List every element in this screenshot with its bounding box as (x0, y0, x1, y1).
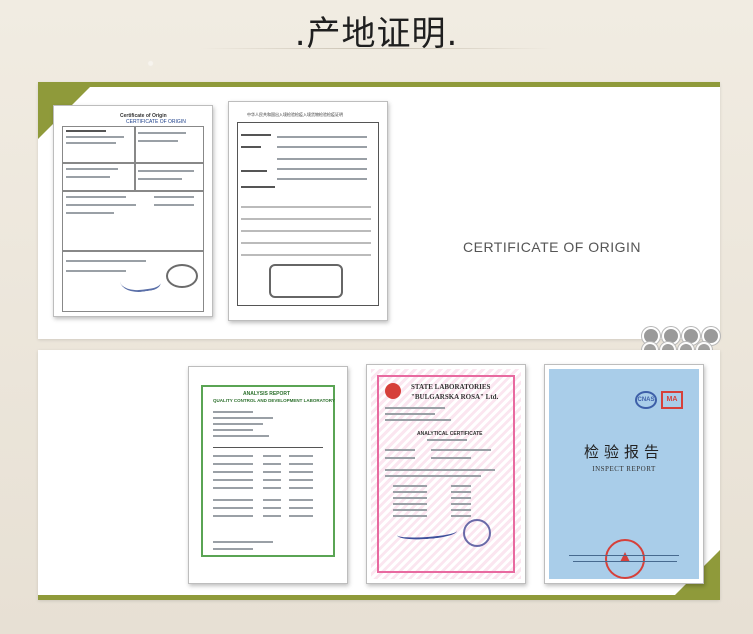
state-lab-heading: STATE LABORATORIES (411, 383, 491, 391)
state-lab-subheading: "BULGARSKA ROSA" Ltd. (411, 393, 499, 401)
inspect-report-title-cn: 检验报告 (583, 443, 664, 461)
inspect-report-title-en: INSPECT REPORT (592, 465, 656, 473)
inspect-report-document[interactable]: CNAS MA 检验报告 INSPECT REPORT (544, 364, 704, 584)
certificate-of-origin-panel: Certificate of Origin CERTIFICATE OF ORI… (38, 82, 720, 345)
title-divider (200, 48, 553, 49)
red-seal-icon (605, 539, 645, 579)
state-lab-cert-title: ANALYTICAL CERTIFICATE (417, 431, 483, 437)
chinese-stamp (269, 264, 343, 298)
analysis-report-document[interactable]: ANALYSIS REPORT QUALITY CONTROL AND DEVE… (188, 366, 348, 584)
doc1-subheading: CERTIFICATE OF ORIGIN (126, 119, 186, 125)
certificate-of-origin-caption: CERTIFICATE OF ORIGIN (463, 239, 641, 255)
state-lab-pink-border (377, 375, 515, 573)
state-laboratories-certificate-document[interactable]: STATE LABORATORIES "BULGARSKA ROSA" Ltd.… (366, 364, 526, 584)
state-lab-stamp (463, 519, 491, 547)
rose-emblem-icon (385, 383, 401, 399)
lab-reports-panel: ANALYSIS REPORT QUALITY CONTROL AND DEVE… (38, 350, 720, 600)
cnas-logo-icon: CNAS (635, 391, 657, 409)
certificate-of-origin-document[interactable]: Certificate of Origin CERTIFICATE OF ORI… (53, 105, 213, 317)
entry-inspection-certificate-document[interactable]: 中华人民共和国出入境检验检疫入境货物检验检疫证明 (228, 101, 388, 321)
stamp-mark (166, 264, 198, 288)
panel-bottom-accent (38, 595, 720, 600)
cma-logo-icon: MA (661, 391, 683, 409)
doc2-heading: 中华人民共和国出入境检验检疫入境货物检验检疫证明 (247, 112, 343, 117)
analysis-subheading: QUALITY CONTROL AND DEVELOPMENT LABORATO… (213, 398, 335, 403)
analysis-heading: ANALYSIS REPORT (243, 391, 291, 397)
